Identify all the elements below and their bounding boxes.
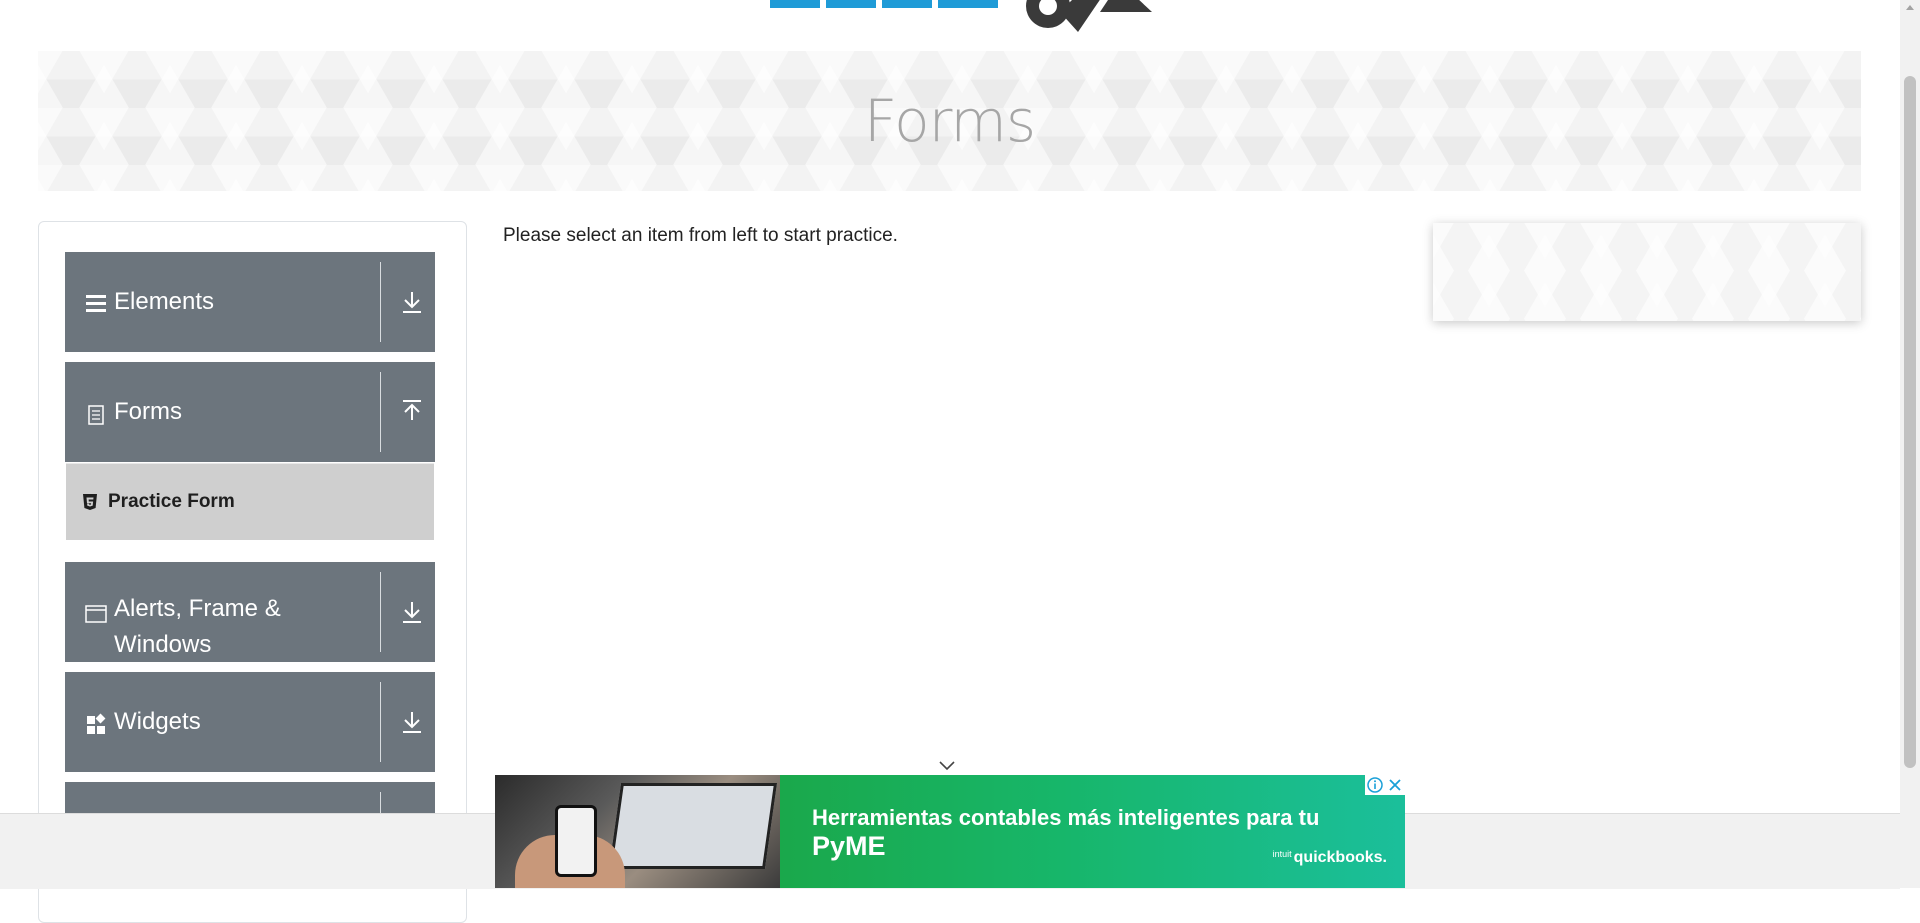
menu-group-alerts-frame-windows[interactable]: Alerts, Frame & Windows xyxy=(65,562,435,662)
menu-group-label-line2: Windows xyxy=(114,631,212,658)
menu-group-label: Elements xyxy=(114,288,215,315)
ad-laptop-image xyxy=(608,783,778,869)
upload-arrow-icon[interactable] xyxy=(399,399,425,425)
divider xyxy=(380,262,381,342)
divider xyxy=(380,372,381,452)
ad-headline: Herramientas contables más inteligentes … xyxy=(812,803,1319,861)
scroll-up-arrow-icon[interactable] xyxy=(1905,3,1915,11)
ad-brand-prefix: intuit xyxy=(1272,849,1292,859)
logo-blue-block-3 xyxy=(882,0,932,8)
bottom-ad-banner[interactable]: Herramientas contables más inteligentes … xyxy=(495,775,1405,888)
right-ad-placeholder xyxy=(1433,223,1861,321)
download-arrow-icon[interactable] xyxy=(399,289,425,315)
download-arrow-icon[interactable] xyxy=(399,709,425,735)
ad-close-icon[interactable] xyxy=(1385,775,1405,795)
divider xyxy=(380,572,381,652)
html5-icon xyxy=(83,494,97,510)
logo-blue-block-2 xyxy=(826,0,876,8)
hamburger-icon xyxy=(86,295,106,312)
window-icon xyxy=(85,605,107,623)
site-logo[interactable] xyxy=(760,0,1160,36)
ad-brand-name: quickbooks. xyxy=(1293,849,1387,866)
ad-info-icon[interactable] xyxy=(1365,775,1385,795)
download-arrow-icon[interactable] xyxy=(399,599,425,625)
logo-blue-block-4 xyxy=(938,0,998,8)
menu-group-label: Forms xyxy=(114,398,182,425)
vertical-scrollbar[interactable] xyxy=(1900,0,1920,888)
widgets-icon xyxy=(87,713,106,734)
chevron-down-icon[interactable] xyxy=(937,758,957,772)
page-header-banner: Forms xyxy=(38,51,1861,191)
submenu-item-label: Practice Form xyxy=(108,491,235,512)
menu-group-widgets[interactable]: Widgets xyxy=(65,672,435,772)
ad-brand-logo: intuit quickbooks. xyxy=(1273,849,1387,867)
ad-photo xyxy=(495,775,780,888)
logo-blue-block-1 xyxy=(770,0,820,8)
logo-tool-icon xyxy=(1060,0,1100,32)
page-title: Forms xyxy=(863,87,1036,155)
menu-group-forms[interactable]: Forms xyxy=(65,362,435,462)
main-instruction-text: Please select an item from left to start… xyxy=(503,225,898,246)
divider xyxy=(380,682,381,762)
menu-group-elements[interactable]: Elements xyxy=(65,252,435,352)
ad-phone-image xyxy=(555,805,597,877)
menu-group-label-line1: Alerts, Frame & xyxy=(114,595,281,622)
ad-headline-line2: PyME xyxy=(812,831,886,861)
document-icon xyxy=(88,405,104,425)
submenu-item-practice-form[interactable]: Practice Form xyxy=(66,463,434,540)
logo-triangle xyxy=(1100,0,1152,12)
ad-headline-line1: Herramientas contables más inteligentes … xyxy=(812,805,1320,830)
ad-controls xyxy=(1365,775,1405,795)
ad-message-area: Herramientas contables más inteligentes … xyxy=(780,775,1405,888)
scrollbar-thumb[interactable] xyxy=(1904,76,1916,768)
menu-group-label: Widgets xyxy=(114,708,201,735)
